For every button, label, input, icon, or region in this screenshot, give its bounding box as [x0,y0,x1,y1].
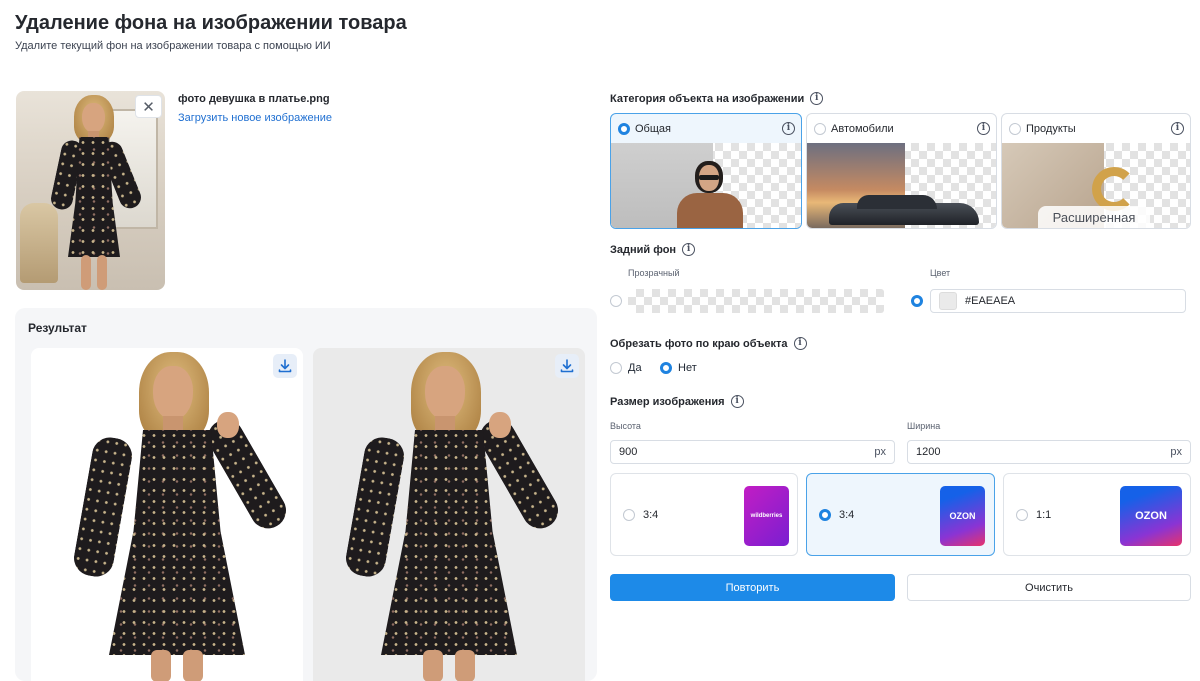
crop-yes-label: Да [628,362,642,374]
preset-ratio: 3:4 [839,509,855,521]
category-option-cars[interactable]: Автомобили i [806,113,997,229]
background-label: Задний фон i [610,243,696,256]
size-preset-ozon-3-4[interactable]: 3:4 OZON [806,473,995,556]
height-input[interactable]: 900 px [610,440,895,464]
uploaded-image-thumbnail [16,91,165,290]
category-products-preview: Расширенная [1002,143,1190,228]
color-input[interactable]: #EAEAEA [930,289,1186,313]
brand-name: wildberries [750,513,783,519]
category-option-label: Общая [635,122,671,135]
preset-ratio: 1:1 [1036,509,1052,521]
ozon-logo: OZON [940,486,985,546]
size-preset-ozon-1-1[interactable]: 1:1 OZON [1003,473,1191,556]
preset-ratio: 3:4 [643,509,659,521]
background-label-text: Задний фон [610,243,677,256]
category-products-radio[interactable] [1009,122,1021,135]
clear-button[interactable]: Очистить [907,574,1191,601]
category-option-products[interactable]: Продукты i Расширенная [1001,113,1191,229]
category-cars-radio[interactable] [814,122,826,135]
width-input[interactable]: 1200 px [907,440,1191,464]
category-option-label: Автомобили [831,122,894,135]
category-label: Категория объекта на изображении i [610,92,824,105]
size-label: Размер изображения i [610,395,744,408]
background-color-radio[interactable] [911,295,923,307]
result-image-colored [313,348,585,681]
crop-no-label: Нет [678,362,697,374]
info-icon[interactable]: i [682,243,696,256]
color-swatch[interactable] [939,292,957,310]
download-icon [560,359,574,373]
transparent-swatch[interactable] [628,289,884,313]
info-icon[interactable]: i [1171,122,1184,135]
height-value: 900 [619,446,638,458]
result-person-colored [343,352,565,681]
result-title: Результат [28,321,87,335]
info-icon[interactable]: i [793,337,807,350]
category-label-text: Категория объекта на изображении [610,92,805,105]
width-unit: px [1170,446,1182,458]
crop-label: Обрезать фото по краю объекта i [610,337,807,350]
brand-name: OZON [1135,510,1167,522]
height-unit: px [874,446,886,458]
category-general-preview [611,143,801,228]
info-icon[interactable]: i [810,92,824,105]
info-icon[interactable]: i [730,395,744,408]
crop-label-text: Обрезать фото по краю объекта [610,337,788,350]
preset-radio[interactable] [819,509,831,521]
preset-radio[interactable] [1016,509,1028,521]
page-subtitle: Удалите текущий фон на изображении товар… [15,40,331,52]
width-value: 1200 [916,446,941,458]
crop-option-no[interactable]: Нет [660,362,697,374]
crop-yes-radio[interactable] [610,362,622,374]
width-label: Ширина [907,421,941,431]
size-preset-wildberries[interactable]: 3:4 wildberries [610,473,798,556]
result-image-transparent [31,348,303,681]
close-icon: ✕ [142,98,155,116]
color-value: #EAEAEA [965,295,1016,307]
category-general-radio[interactable] [618,122,630,135]
info-icon[interactable]: i [977,122,990,135]
repeat-button[interactable]: Повторить [610,574,895,601]
color-label: Цвет [930,268,951,278]
info-icon[interactable]: i [782,122,795,135]
ozon-logo: OZON [1120,486,1182,546]
download-icon [278,359,292,373]
thumbnail-person [48,95,158,290]
category-option-label: Продукты [1026,122,1076,135]
preset-radio[interactable] [623,509,635,521]
remove-image-button[interactable]: ✕ [135,95,162,118]
wildberries-logo: wildberries [744,486,789,546]
size-label-text: Размер изображения [610,395,725,408]
crop-option-yes[interactable]: Да [610,362,642,374]
brand-name: OZON [949,511,976,521]
download-colored-button[interactable] [555,354,579,378]
extended-badge: Расширенная [1038,206,1150,228]
result-panel: Результат [15,308,597,681]
category-cars-preview [807,143,996,228]
background-transparent-radio[interactable] [610,295,622,307]
transparent-label: Прозрачный [628,268,680,278]
category-option-general[interactable]: Общая i [610,113,802,229]
page-title: Удаление фона на изображении товара [15,12,407,34]
file-name: фото девушка в платье.png [178,93,330,105]
height-label: Высота [610,421,641,431]
crop-no-radio[interactable] [660,362,672,374]
result-person [71,352,293,681]
upload-new-image-link[interactable]: Загрузить новое изображение [178,112,332,124]
